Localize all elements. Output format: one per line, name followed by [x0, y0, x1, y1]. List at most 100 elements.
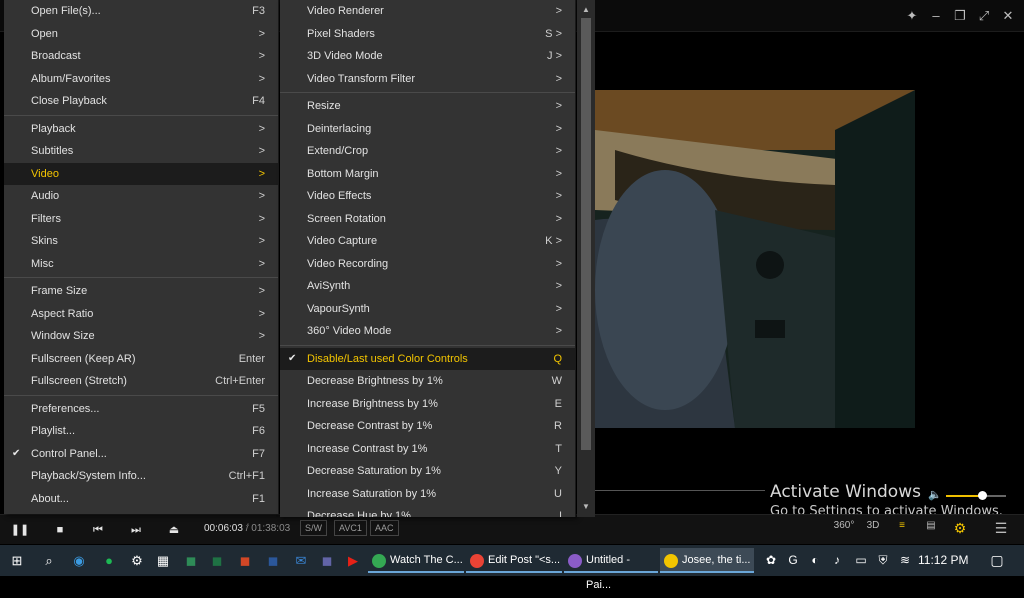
video-menu-item-video-renderer[interactable]: Video Renderer > — [280, 0, 575, 23]
video-menu-item-disable-last-used-color-controls[interactable]: ✔ Disable/Last used Color Controls Q — [280, 347, 575, 370]
video-menu-item-extend-crop[interactable]: Extend/Crop > — [280, 140, 575, 163]
settings-gear-icon[interactable]: ⚙ — [949, 520, 971, 537]
edge-icon[interactable]: ◉ — [66, 548, 92, 573]
menu-item-filters[interactable]: Filters > — [4, 208, 278, 231]
pause-icon[interactable]: ❚❚ — [10, 521, 30, 539]
video-menu-item-decrease-hue-by-1[interactable]: Decrease Hue by 1% I — [280, 505, 575, 517]
tray-app-icon[interactable]: ✿ — [762, 548, 780, 573]
menu-item-open[interactable]: Open > — [4, 23, 278, 46]
video-menu-item-video-capture[interactable]: Video Capture K > — [280, 230, 575, 253]
video-menu-item-screen-rotation[interactable]: Screen Rotation > — [280, 208, 575, 231]
windows-start-icon[interactable]: ⊞ — [4, 548, 30, 573]
restore-icon[interactable]: ❐ — [950, 6, 970, 26]
tray-network-icon[interactable]: ◐ — [806, 548, 824, 573]
volume-slider[interactable] — [946, 491, 1006, 500]
publisher-icon[interactable]: ◼ — [178, 548, 204, 573]
subtitle-search-icon[interactable]: ≡ — [891, 520, 913, 531]
vr360-icon[interactable]: 360° — [833, 520, 855, 531]
menu-item-subtitles[interactable]: Subtitles > — [4, 140, 278, 163]
codec-tag-sw[interactable]: S/W — [300, 520, 327, 536]
teams-icon[interactable]: ◼ — [314, 548, 340, 573]
menu-item-broadcast[interactable]: Broadcast > — [4, 45, 278, 68]
video-menu-item-vapoursynth[interactable]: VapourSynth > — [280, 298, 575, 321]
video-menu-item-avisynth[interactable]: AviSynth > — [280, 275, 575, 298]
video-menu-item-3d-video-mode[interactable]: 3D Video Mode J > — [280, 45, 575, 68]
video-menu-item-increase-brightness-by-1[interactable]: Increase Brightness by 1% E — [280, 393, 575, 416]
menu-item-window-size[interactable]: Window Size > — [4, 325, 278, 348]
menu-item-playback-system-info[interactable]: Playback/System Info... Ctrl+F1 — [4, 465, 278, 488]
menu-item-open-file-s[interactable]: Open File(s)... F3 — [4, 0, 278, 23]
video-menu-item-decrease-saturation-by-1[interactable]: Decrease Saturation by 1% Y — [280, 460, 575, 483]
settings-icon[interactable]: ⚙ — [124, 548, 150, 573]
scroll-up-icon[interactable]: ▲ — [577, 2, 595, 18]
youtube-icon[interactable]: ▶ — [340, 548, 366, 573]
tray-google-icon[interactable]: G — [784, 548, 802, 573]
menu-item-audio[interactable]: Audio > — [4, 185, 278, 208]
menu-item-aspect-ratio[interactable]: Aspect Ratio > — [4, 303, 278, 326]
video-menu-scrollbar[interactable]: ▲ ▼ — [577, 0, 595, 517]
codec-tag-audio[interactable]: AAC — [370, 520, 399, 536]
video-menu-item-increase-contrast-by-1[interactable]: Increase Contrast by 1% T — [280, 438, 575, 461]
video-frame[interactable] — [595, 90, 915, 428]
mail-icon[interactable]: ✉ — [288, 548, 314, 573]
notifications-icon[interactable]: ▢ — [988, 548, 1006, 573]
menu-item-playlist[interactable]: Playlist... F6 — [4, 420, 278, 443]
volume-knob[interactable] — [978, 491, 987, 500]
video-menu-item-pixel-shaders[interactable]: Pixel Shaders S > — [280, 23, 575, 46]
volume-control[interactable]: 🔈 — [926, 488, 1012, 504]
eject-icon[interactable]: ⏏ — [164, 521, 184, 539]
tray-battery-icon[interactable]: ▭ — [852, 548, 870, 573]
minimize-icon[interactable]: – — [926, 6, 946, 26]
video-menu-item-video-effects[interactable]: Video Effects > — [280, 185, 575, 208]
scroll-thumb[interactable] — [581, 18, 591, 450]
video-menu-item-deinterlacing[interactable]: Deinterlacing > — [280, 118, 575, 141]
spotify-icon[interactable]: ● — [96, 548, 122, 573]
taskbar-app-paint[interactable]: Untitled - Pai... — [564, 548, 658, 591]
video-menu-item-video-transform-filter[interactable]: Video Transform Filter > — [280, 68, 575, 91]
menu-item-skins[interactable]: Skins > — [4, 230, 278, 253]
video-menu-item-video-recording[interactable]: Video Recording > — [280, 253, 575, 276]
tray-wifi-icon[interactable]: ≋ — [896, 548, 914, 573]
menu-item-about[interactable]: About... F1 — [4, 488, 278, 511]
taskbar-app-player[interactable]: Josee, the ti... — [660, 548, 754, 573]
taskbar-clock[interactable]: 11:12 PM — [918, 548, 968, 573]
taskbar-app-chrome-edit[interactable]: Edit Post "<s... — [466, 548, 562, 573]
speaker-icon[interactable]: 🔈 — [928, 488, 942, 501]
menu-item-frame-size[interactable]: Frame Size > — [4, 280, 278, 303]
tray-security-icon[interactable]: ⛨ — [874, 548, 892, 573]
word-icon[interactable]: ◼ — [260, 548, 286, 573]
playlist-icon[interactable]: ▤ — [920, 520, 942, 531]
next-icon[interactable]: ⏭ — [126, 521, 146, 539]
menu-item-fullscreen-stretch[interactable]: Fullscreen (Stretch) Ctrl+Enter — [4, 370, 278, 393]
video-menu-item-increase-saturation-by-1[interactable]: Increase Saturation by 1% U — [280, 483, 575, 506]
pin-icon[interactable]: ✦ — [902, 6, 922, 26]
menu-item-close-playback[interactable]: Close Playback F4 — [4, 90, 278, 113]
close-icon[interactable]: ✕ — [998, 6, 1018, 26]
scroll-down-icon[interactable]: ▼ — [577, 499, 595, 515]
3d-icon[interactable]: 3D — [862, 520, 884, 531]
stop-icon[interactable]: ■ — [50, 521, 70, 539]
seek-bar[interactable] — [595, 490, 765, 496]
video-menu-item-decrease-brightness-by-1[interactable]: Decrease Brightness by 1% W — [280, 370, 575, 393]
video-menu-item-decrease-contrast-by-1[interactable]: Decrease Contrast by 1% R — [280, 415, 575, 438]
tray-volume-icon[interactable]: ♪ — [828, 548, 846, 573]
menu-item-misc[interactable]: Misc > — [4, 253, 278, 276]
powerpoint-icon[interactable]: ◼ — [232, 548, 258, 573]
taskbar-app-chrome-watch[interactable]: Watch The C... — [368, 548, 464, 573]
fullscreen-icon[interactable]: ⤢ — [974, 6, 994, 26]
video-menu-item-360-video-mode[interactable]: 360° Video Mode > — [280, 320, 575, 343]
video-menu-item-resize[interactable]: Resize > — [280, 95, 575, 118]
search-icon[interactable]: ⌕ — [36, 548, 62, 573]
menu-icon[interactable]: ☰ — [990, 520, 1012, 537]
excel-icon[interactable]: ◼ — [204, 548, 230, 573]
menu-item-video[interactable]: Video > — [4, 162, 278, 185]
menu-item-preferences[interactable]: Preferences... F5 — [4, 398, 278, 421]
menu-item-album-favorites[interactable]: Album/Favorites > — [4, 68, 278, 91]
codec-tag-video[interactable]: AVC1 — [334, 520, 367, 536]
video-menu-item-bottom-margin[interactable]: Bottom Margin > — [280, 163, 575, 186]
menu-item-playback[interactable]: Playback > — [4, 118, 278, 141]
menu-item-control-panel[interactable]: ✔ Control Panel... F7 — [4, 443, 278, 466]
calculator-icon[interactable]: ▦ — [150, 548, 176, 573]
menu-item-fullscreen-keep-ar[interactable]: Fullscreen (Keep AR) Enter — [4, 348, 278, 371]
previous-icon[interactable]: ⏮ — [88, 521, 108, 539]
